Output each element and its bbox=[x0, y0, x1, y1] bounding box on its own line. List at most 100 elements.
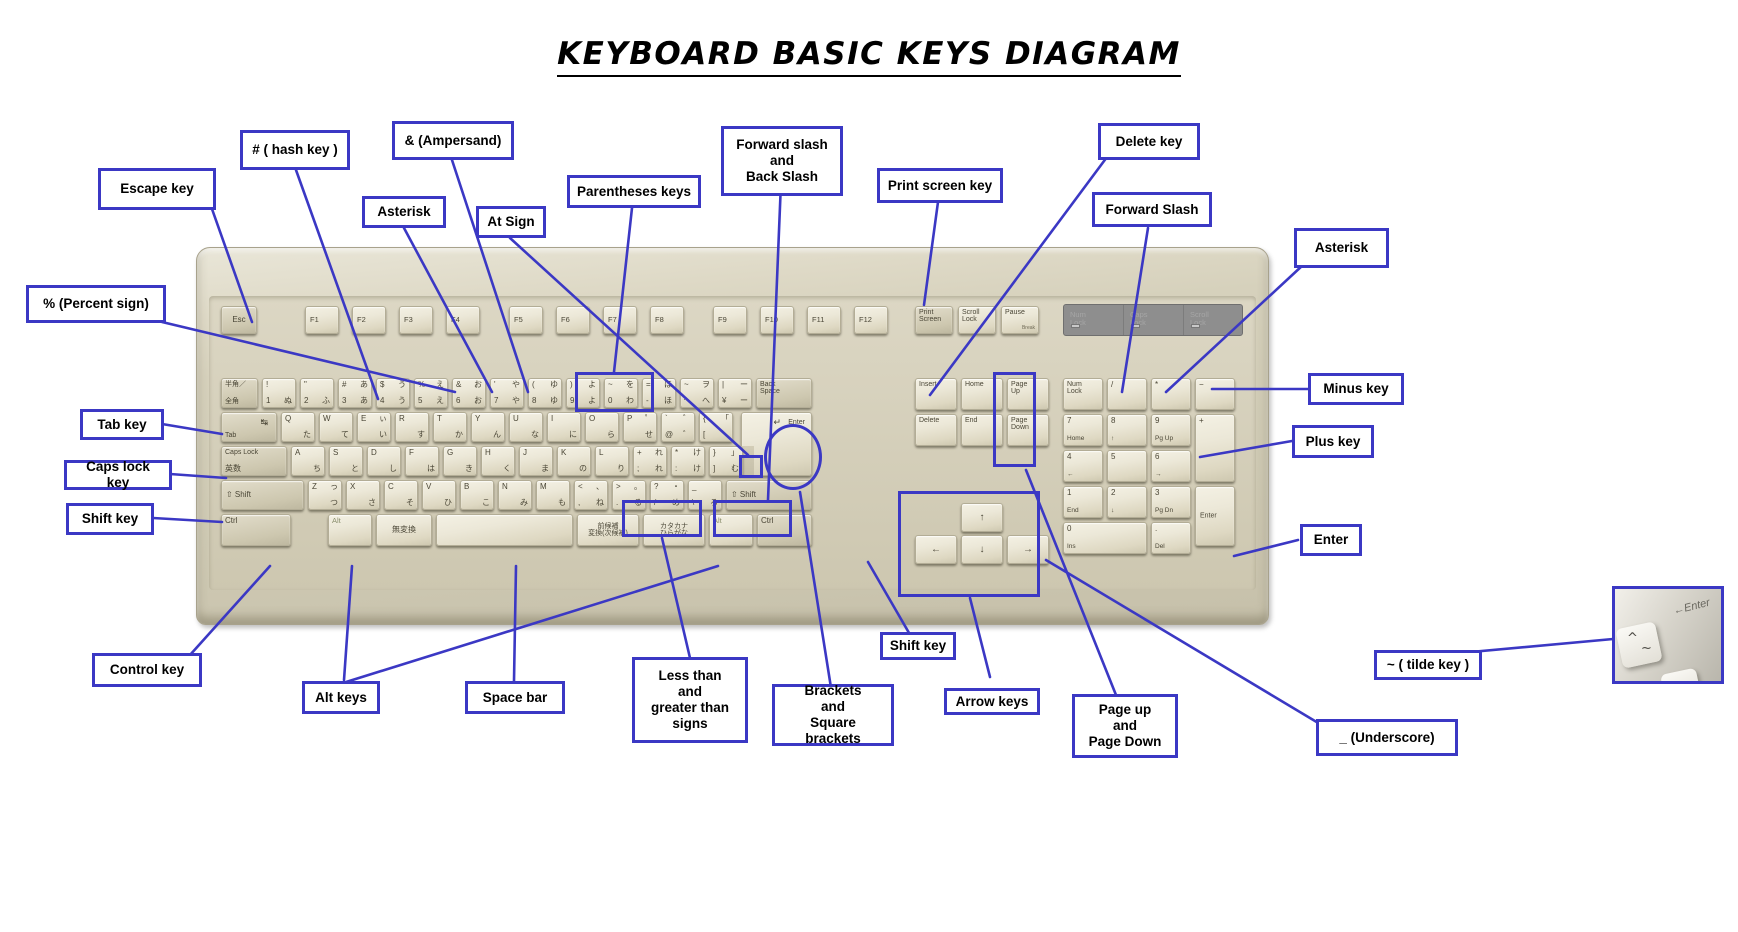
key-muhenkan[interactable]: 無変換 bbox=[376, 514, 432, 546]
key-comma[interactable]: < 、, ね bbox=[574, 480, 608, 510]
key-pause[interactable]: Pause Break bbox=[1001, 306, 1039, 334]
key-numpad-enter[interactable]: Enter bbox=[1195, 486, 1235, 546]
key-f4[interactable]: F4 bbox=[446, 306, 480, 334]
label-print-screen-key[interactable]: Print screen key bbox=[877, 168, 1003, 203]
key-2[interactable]: " 2 ふ bbox=[300, 378, 334, 408]
key-f5[interactable]: F5 bbox=[509, 306, 543, 334]
label-escape-key[interactable]: Escape key bbox=[98, 168, 216, 210]
key-f3[interactable]: F3 bbox=[399, 306, 433, 334]
key-f7[interactable]: F7 bbox=[603, 306, 637, 334]
label-enter-key[interactable]: Enter bbox=[1300, 524, 1362, 556]
key-numpad-7[interactable]: 7 Home bbox=[1063, 414, 1103, 446]
key-q[interactable]: Qた bbox=[281, 412, 315, 442]
key-4[interactable]: $ う 4 う bbox=[376, 378, 410, 408]
label-alt-keys[interactable]: Alt keys bbox=[302, 681, 380, 714]
key-f9[interactable]: F9 bbox=[713, 306, 747, 334]
key-tab[interactable]: Tab ↹ bbox=[221, 412, 277, 442]
key-print-screen[interactable]: Print Screen bbox=[915, 306, 953, 334]
key-f6[interactable]: F6 bbox=[556, 306, 590, 334]
key-b[interactable]: Bこ bbox=[460, 480, 494, 510]
key-i[interactable]: Iに bbox=[547, 412, 581, 442]
key-numpad-1[interactable]: 1 End bbox=[1063, 486, 1103, 518]
label-less-greater-than[interactable]: Less than and greater than signs bbox=[632, 657, 748, 743]
key-r[interactable]: Rす bbox=[395, 412, 429, 442]
key-numpad-multiply[interactable]: * bbox=[1151, 378, 1191, 410]
key-z[interactable]: Z っつ bbox=[308, 480, 342, 510]
key-numpad-6[interactable]: 6 → bbox=[1151, 450, 1191, 482]
label-ampersand[interactable]: & (Ampersand) bbox=[392, 121, 514, 160]
key-x[interactable]: Xさ bbox=[346, 480, 380, 510]
key-at[interactable]: ` ゛ @ ゛ bbox=[661, 412, 695, 442]
label-parentheses-keys[interactable]: Parentheses keys bbox=[567, 175, 701, 208]
key-s[interactable]: Sと bbox=[329, 446, 363, 476]
key-ctrl-left[interactable]: Ctrl bbox=[221, 514, 291, 546]
key-f11[interactable]: F11 bbox=[807, 306, 841, 334]
key-m[interactable]: Mも bbox=[536, 480, 570, 510]
key-t[interactable]: Tか bbox=[433, 412, 467, 442]
key-f1[interactable]: F1 bbox=[305, 306, 339, 334]
key-caps-lock[interactable]: Caps Lock 英数 bbox=[221, 446, 287, 476]
key-c[interactable]: Cそ bbox=[384, 480, 418, 510]
key-w[interactable]: Wて bbox=[319, 412, 353, 442]
key-esc[interactable]: Esc bbox=[221, 306, 257, 334]
label-delete-key[interactable]: Delete key bbox=[1098, 123, 1200, 160]
label-forward-slash[interactable]: Forward Slash bbox=[1092, 192, 1212, 227]
key-caret[interactable]: ~ ヲ ^ へ bbox=[680, 378, 714, 408]
key-u[interactable]: Uな bbox=[509, 412, 543, 442]
label-space-bar[interactable]: Space bar bbox=[465, 681, 565, 714]
label-minus-key[interactable]: Minus key bbox=[1308, 373, 1404, 405]
key-left-bracket[interactable]: {「 [゜ bbox=[699, 412, 733, 442]
key-numpad-plus[interactable]: + bbox=[1195, 414, 1235, 482]
key-f12[interactable]: F12 bbox=[854, 306, 888, 334]
key-scroll-lock[interactable]: Scroll Lock bbox=[958, 306, 996, 334]
label-arrow-keys[interactable]: Arrow keys bbox=[944, 688, 1040, 715]
key-e[interactable]: E ぃい bbox=[357, 412, 391, 442]
label-control-key[interactable]: Control key bbox=[92, 653, 202, 687]
key-delete[interactable]: Delete bbox=[915, 414, 957, 446]
key-space-bar[interactable] bbox=[436, 514, 573, 546]
key-g[interactable]: Gき bbox=[443, 446, 477, 476]
key-a[interactable]: Aち bbox=[291, 446, 325, 476]
label-forward-back-slash[interactable]: Forward slash and Back Slash bbox=[721, 126, 843, 196]
key-semicolon[interactable]: + れ; れ bbox=[633, 446, 667, 476]
key-colon[interactable]: * け: け bbox=[671, 446, 705, 476]
label-tab-key[interactable]: Tab key bbox=[80, 409, 164, 440]
key-backspace[interactable]: Back Space bbox=[756, 378, 812, 408]
key-numpad-2[interactable]: 2 ↓ bbox=[1107, 486, 1147, 518]
key-alt-left[interactable]: Alt bbox=[328, 514, 372, 546]
label-tilde-key[interactable]: ~ ( tilde key ) bbox=[1374, 650, 1482, 680]
label-asterisk-right[interactable]: Asterisk bbox=[1294, 228, 1389, 268]
key-numpad-0[interactable]: 0 Ins bbox=[1063, 522, 1147, 554]
key-d[interactable]: Dし bbox=[367, 446, 401, 476]
key-3[interactable]: # あ 3 あ bbox=[338, 378, 372, 408]
label-page-up-down[interactable]: Page up and Page Down bbox=[1072, 694, 1178, 758]
key-hankaku-zenkaku[interactable]: 半角／ 全角 bbox=[221, 378, 258, 408]
key-numpad-divide[interactable]: / bbox=[1107, 378, 1147, 410]
label-at-sign[interactable]: At Sign bbox=[476, 206, 546, 238]
label-brackets[interactable]: Brackets and Square brackets bbox=[772, 683, 894, 746]
label-asterisk-left[interactable]: Asterisk bbox=[362, 196, 446, 228]
key-yen[interactable]: | ー ¥ ー bbox=[718, 378, 752, 408]
label-underscore[interactable]: _ (Underscore) bbox=[1316, 719, 1458, 756]
key-insert[interactable]: Insert bbox=[915, 378, 957, 410]
key-h[interactable]: Hく bbox=[481, 446, 515, 476]
key-numpad-4[interactable]: 4 ← bbox=[1063, 450, 1103, 482]
label-hash-key[interactable]: # ( hash key ) bbox=[240, 130, 350, 170]
key-numpad-5[interactable]: 5 bbox=[1107, 450, 1147, 482]
key-n[interactable]: Nみ bbox=[498, 480, 532, 510]
key-y[interactable]: Yん bbox=[471, 412, 505, 442]
key-numpad-3[interactable]: 3 Pg Dn bbox=[1151, 486, 1191, 518]
key-p[interactable]: P ゜せ bbox=[623, 412, 657, 442]
key-shift-left[interactable]: ⇧ Shift bbox=[221, 480, 304, 510]
key-right-bracket[interactable]: } 」] む bbox=[709, 446, 743, 476]
label-shift-key-left[interactable]: Shift key bbox=[66, 503, 154, 535]
key-o[interactable]: Oら bbox=[585, 412, 619, 442]
label-shift-key-right[interactable]: Shift key bbox=[880, 632, 956, 660]
key-k[interactable]: Kの bbox=[557, 446, 591, 476]
label-caps-lock-key[interactable]: Caps lock key bbox=[64, 459, 172, 490]
key-f2[interactable]: F2 bbox=[352, 306, 386, 334]
key-v[interactable]: Vひ bbox=[422, 480, 456, 510]
key-5[interactable]: % え 5 え bbox=[414, 378, 448, 408]
key-numpad-9[interactable]: 9 Pg Up bbox=[1151, 414, 1191, 446]
key-7[interactable]: ' や 7 や bbox=[490, 378, 524, 408]
